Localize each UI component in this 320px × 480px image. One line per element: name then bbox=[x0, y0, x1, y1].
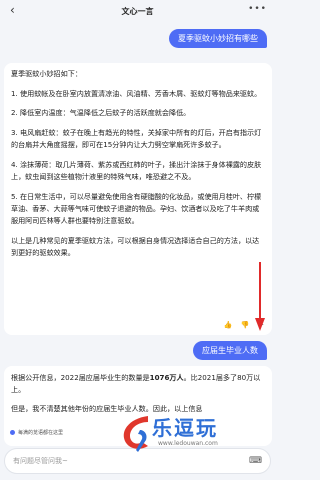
top-bar: ‹ 文心一言 ••• bbox=[0, 0, 275, 22]
red-arrow-annotation bbox=[255, 262, 265, 331]
user-message-2: 应届生毕业人数 bbox=[193, 341, 267, 360]
page-title: 文心一言 bbox=[121, 6, 154, 16]
chip-label: 每满的苋语都在这里 bbox=[18, 430, 64, 436]
prompt-chip[interactable]: 每满的苋语都在这里 bbox=[6, 427, 68, 438]
answer-item: 1. 使用蚊帐及在卧室内放置清凉油、风油精、芳香木屑、驱蚊灯等物品来驱蚊。 bbox=[11, 88, 262, 98]
chat-input[interactable] bbox=[13, 457, 249, 465]
answer-intro: 夏季驱蚊小妙招如下： bbox=[11, 69, 82, 78]
keyboard-icon[interactable]: ⌨ bbox=[249, 456, 262, 466]
watermark-brand: 乐逗玩 bbox=[152, 416, 218, 440]
watermark-url: www.ledouwan.com bbox=[158, 440, 218, 447]
answer-item: 4. 涂抹薄荷：取几片薄荷、紫苏或西红柿的叶子，揉出汁涂抹于身体裸露的皮肤上，蚊… bbox=[11, 160, 262, 182]
chip-icon bbox=[10, 430, 15, 435]
answer-text: 根据公开信息，2022届应届毕业生的数量是 bbox=[11, 373, 150, 382]
thumbs-down-icon[interactable]: 👎 bbox=[241, 319, 250, 331]
back-arrow-icon[interactable]: ‹ bbox=[10, 3, 15, 17]
answer-paragraph: 根据公开信息，2022届应届毕业生的数量是1076万人。比2021届多了80万以… bbox=[11, 372, 266, 396]
answer-item: 5. 在日常生活中，可以尽量避免使用含有硬脂酸的化妆品，或使用月桂叶、柠檬草油、… bbox=[11, 191, 262, 226]
thumbs-up-icon[interactable]: 👍 bbox=[224, 319, 233, 331]
user-message-1: 夏季驱蚊小妙招有哪些 bbox=[169, 29, 267, 48]
answer-item: 2. 降低室内温度：气温降低之后蚊子的活跃度就会降低。 bbox=[11, 108, 191, 118]
highlight-number: 1076万人 bbox=[149, 373, 184, 382]
brand-logo-icon bbox=[123, 416, 148, 452]
assistant-answer-1: 夏季驱蚊小妙招如下： 1. 使用蚊帐及在卧室内放置清凉油、风油精、芳香木屑、驱蚊… bbox=[4, 63, 272, 335]
more-dots-icon[interactable]: ••• bbox=[248, 4, 267, 14]
answer-outro: 以上是几种常见的夏季驱蚊方法，可以根据自身情况选择适合自己的方法，以达到更好的驱… bbox=[11, 236, 260, 258]
answer-item: 3. 电风扇赶蚊：蚊子在晚上有趋光的特性，关掉家中所有的灯后，开启有指示灯的台扇… bbox=[11, 128, 262, 150]
